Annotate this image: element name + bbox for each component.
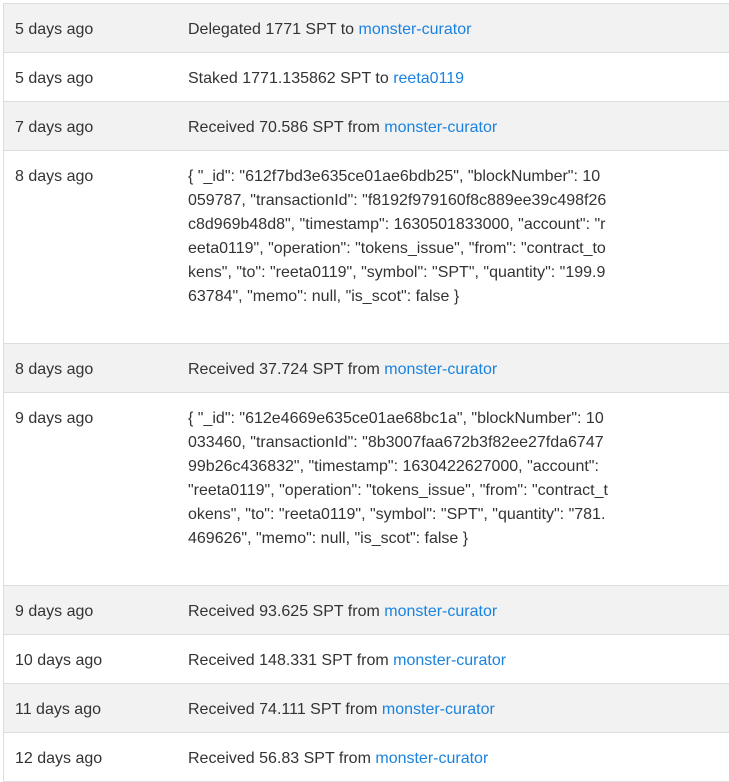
account-link[interactable]: monster-curator [384,603,497,620]
table-row: 5 days ago Staked 1771.135862 SPT to ree… [4,53,729,102]
row-description: Received 74.111 SPT from monster-curator [188,698,729,732]
account-link[interactable]: monster-curator [375,750,488,767]
row-description: Received 70.586 SPT from monster-curator [188,116,729,150]
row-description: Staked 1771.135862 SPT to reeta0119 [188,67,729,101]
row-time: 11 days ago [15,701,101,718]
table-row: 9 days ago Received 93.625 SPT from mons… [4,586,729,635]
description-text: Delegated 1771 SPT to [188,21,359,38]
table-row: 5 days ago Delegated 1771 SPT to monster… [4,4,729,53]
table-row: 9 days ago { "_id": "612e4669e635ce01ae6… [4,393,729,586]
row-time: 5 days ago [15,21,94,38]
account-link[interactable]: reeta0119 [393,70,464,87]
table-row: 8 days ago Received 37.724 SPT from mons… [4,344,729,393]
row-description: Received 56.83 SPT from monster-curator [188,747,729,781]
row-description: Received 148.331 SPT from monster-curato… [188,649,729,683]
table-row: 8 days ago { "_id": "612f7bd3e635ce01ae6… [4,151,729,344]
table-row: 7 days ago Received 70.586 SPT from mons… [4,102,729,151]
table-row: 10 days ago Received 148.331 SPT from mo… [4,635,729,684]
account-link[interactable]: monster-curator [384,361,497,378]
description-text: Received 93.625 SPT from [188,603,385,620]
row-time: 12 days ago [15,750,103,767]
description-text: Received 70.586 SPT from [188,119,385,136]
row-description: Delegated 1771 SPT to monster-curator [188,18,729,52]
row-time: 9 days ago [15,410,94,427]
transaction-json: { "_id": "612f7bd3e635ce01ae6bdb25", "bl… [188,168,607,305]
transaction-history-table: 5 days ago Delegated 1771 SPT to monster… [3,3,729,782]
description-text: Received 148.331 SPT from [188,652,394,669]
account-link[interactable]: monster-curator [393,652,506,669]
account-link[interactable]: monster-curator [382,701,495,718]
row-time: 9 days ago [15,603,94,620]
transaction-json: { "_id": "612e4669e635ce01ae68bc1a", "bl… [188,410,608,547]
row-description: Received 93.625 SPT from monster-curator [188,600,729,634]
account-link[interactable]: monster-curator [359,21,472,38]
description-text: Received 56.83 SPT from [188,750,376,767]
row-time: 8 days ago [15,361,94,378]
table-row: 11 days ago Received 74.111 SPT from mon… [4,684,729,733]
description-text: Staked 1771.135862 SPT to [188,70,394,87]
row-description: { "_id": "612f7bd3e635ce01ae6bdb25", "bl… [188,165,729,343]
row-description: { "_id": "612e4669e635ce01ae68bc1a", "bl… [188,407,729,585]
description-text: Received 37.724 SPT from [188,361,385,378]
row-time: 5 days ago [15,70,94,87]
row-time: 7 days ago [15,119,94,136]
account-link[interactable]: monster-curator [384,119,497,136]
description-text: Received 74.111 SPT from [188,701,382,718]
table-row: 12 days ago Received 56.83 SPT from mons… [4,733,729,782]
row-description: Received 37.724 SPT from monster-curator [188,358,729,392]
row-time: 10 days ago [15,652,103,669]
row-time: 8 days ago [15,168,94,185]
